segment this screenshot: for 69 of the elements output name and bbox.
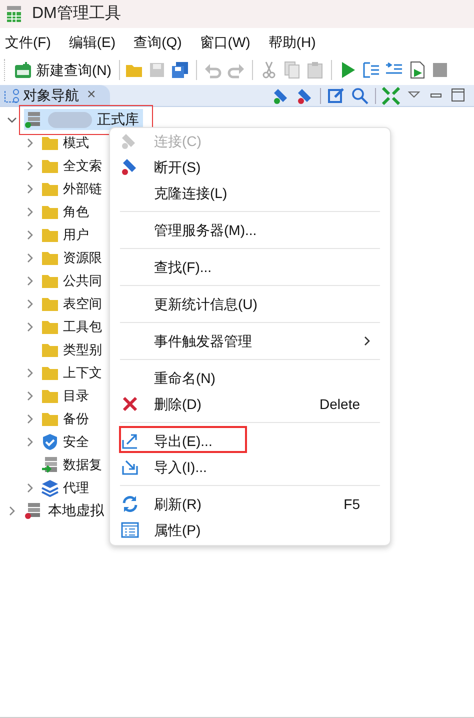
navigator-icon: [3, 88, 19, 104]
tree-item[interactable]: 工具包: [41, 316, 102, 336]
tree-item[interactable]: 本地虚拟: [24, 500, 108, 521]
play-icon[interactable]: [339, 61, 358, 79]
menu-item[interactable]: 更新统计信息(U): [110, 291, 390, 317]
tree-item[interactable]: 用户: [41, 224, 89, 244]
tree-item[interactable]: 类型别: [41, 340, 102, 360]
menu-item[interactable]: 克隆连接(L): [110, 180, 390, 206]
menu-item[interactable]: 查找(F)...: [110, 254, 390, 280]
delete-icon: [121, 395, 139, 413]
menu-item[interactable]: 文件(F): [5, 32, 51, 53]
shield-icon: [41, 432, 59, 450]
menu-item[interactable]: 管理服务器(M)...: [110, 217, 390, 243]
menu-item[interactable]: 属性(P): [110, 517, 390, 543]
tree-item[interactable]: 上下文: [41, 362, 102, 382]
menu-item[interactable]: 帮助(H): [268, 32, 316, 53]
tree-item[interactable]: 安全: [41, 432, 89, 452]
search-icon[interactable]: [351, 86, 369, 104]
new-query-button[interactable]: 新建查询(N): [11, 58, 114, 82]
copy-icon[interactable]: [283, 61, 302, 79]
disconnect-icon: [121, 158, 139, 176]
server-arrow-icon: [41, 456, 59, 474]
tree-item[interactable]: 全文索: [41, 156, 102, 176]
export-icon: [121, 432, 139, 450]
sql-file-icon: [14, 61, 32, 79]
menu-item[interactable]: 导入(I)...: [110, 454, 390, 480]
close-tab-button[interactable]: ×: [87, 84, 96, 107]
run-script-icon[interactable]: [408, 61, 426, 79]
connect-icon[interactable]: [272, 86, 290, 104]
menu-item[interactable]: 事件触发器管理: [110, 328, 390, 354]
tree-item[interactable]: 模式: [41, 132, 89, 152]
disconnect-icon[interactable]: [296, 86, 314, 104]
tree-item[interactable]: 正式库: [24, 109, 143, 130]
tree-item[interactable]: 代理: [41, 478, 89, 498]
window-title: DM管理工具: [32, 4, 121, 24]
tree-item[interactable]: 表空间: [41, 294, 102, 314]
tree-item[interactable]: 外部链: [41, 178, 102, 198]
edit-icon[interactable]: [327, 86, 345, 104]
shortcut-label: F5: [344, 494, 361, 514]
menu-item[interactable]: 编辑(E): [68, 32, 116, 53]
menu-item[interactable]: 删除(D) Delete: [110, 391, 390, 417]
tree-item[interactable]: 目录: [41, 386, 89, 406]
menu-item[interactable]: 断开(S): [110, 154, 390, 180]
run-lines-icon[interactable]: [362, 61, 380, 79]
app-icon: [4, 4, 24, 24]
tree-item[interactable]: 备份: [41, 408, 89, 428]
shortcut-label: Delete: [320, 394, 361, 414]
menu-item[interactable]: 查询(Q): [134, 32, 182, 53]
tree-item[interactable]: 数据复: [41, 454, 102, 474]
layers-icon: [41, 478, 59, 496]
tree-item[interactable]: 角色: [41, 202, 89, 222]
properties-icon: [121, 521, 139, 539]
import-icon: [121, 458, 139, 476]
menu-item[interactable]: 导出(E)...: [110, 428, 390, 454]
expand-icon[interactable]: [382, 86, 400, 104]
tree-item[interactable]: 资源限: [41, 248, 102, 268]
menu-item[interactable]: 刷新(R) F5: [110, 491, 390, 517]
paste-icon[interactable]: [306, 61, 324, 79]
menu-item[interactable]: 窗口(W): [200, 32, 250, 53]
menu-item[interactable]: 重命名(N): [110, 365, 390, 391]
tree-item[interactable]: 公共同: [41, 270, 102, 290]
redaction-blur: [48, 110, 92, 128]
panel-tab[interactable]: 对象导航 ×: [0, 85, 110, 106]
refresh-icon: [121, 495, 139, 513]
redo-icon[interactable]: [227, 61, 246, 79]
menu-item: 连接(C): [110, 128, 390, 154]
save-all-icon[interactable]: [171, 61, 190, 79]
stop-icon[interactable]: [431, 61, 450, 79]
maximize-icon[interactable]: [450, 86, 466, 104]
